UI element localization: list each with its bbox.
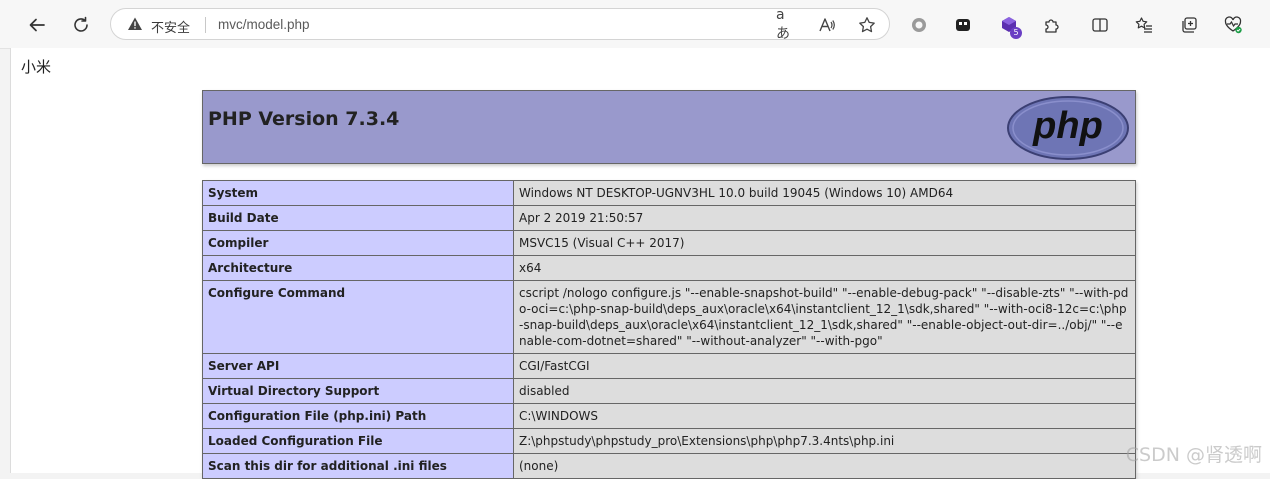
table-value-cell: C:\WINDOWS — [513, 403, 1136, 429]
table-key-cell: Compiler — [202, 230, 514, 256]
split-screen-icon[interactable] — [1087, 12, 1113, 38]
table-value-cell: x64 — [513, 255, 1136, 281]
table-row: Scan this dir for additional .ini files(… — [202, 453, 1136, 479]
back-arrow-icon[interactable] — [24, 12, 50, 38]
url-text[interactable]: mvc/model.php — [218, 17, 310, 32]
table-value-cell: Windows NT DESKTOP-UGNV3HL 10.0 build 19… — [513, 180, 1136, 206]
warning-icon[interactable] — [127, 16, 143, 36]
table-key-cell: Scan this dir for additional .ini files — [202, 453, 514, 479]
heart-pulse-icon[interactable] — [1220, 12, 1246, 38]
table-value-cell: Z:\phpstudy\phpstudy_pro\Extensions\php\… — [513, 428, 1136, 454]
table-row: Architecture x64 — [202, 255, 1136, 281]
read-aloud-label: aあ — [776, 7, 790, 42]
address-divider — [205, 17, 206, 33]
read-aloud-icon[interactable] — [817, 15, 837, 35]
puzzle-icon[interactable] — [1039, 12, 1065, 38]
extension-badge: 5 — [1010, 27, 1022, 39]
translate-icon[interactable]: aあ — [776, 7, 796, 42]
refresh-icon[interactable] — [68, 12, 94, 38]
security-label[interactable]: 不安全 — [151, 17, 190, 36]
table-key-cell: Configure Command — [202, 280, 514, 354]
table-row: Configure Command cscript /nologo configu… — [202, 280, 1136, 354]
collections-icon[interactable] — [1176, 12, 1202, 38]
php-logo-text: php — [1032, 105, 1103, 147]
table-value-cell: MSVC15 (Visual C++ 2017) — [513, 230, 1136, 256]
table-row: Server API CGI/FastCGI — [202, 353, 1136, 379]
table-row: Compiler MSVC15 (Visual C++ 2017) — [202, 230, 1136, 256]
csdn-watermark: CSDN @肾透啊 — [1125, 444, 1262, 466]
favorites-list-icon[interactable] — [1131, 12, 1157, 38]
table-key-cell: Server API — [202, 353, 514, 379]
table-row: Build Date Apr 2 2019 21:50:57 — [202, 205, 1136, 231]
table-key-cell: System — [202, 180, 514, 206]
php-version-header: PHP Version 7.3.4 php — [202, 90, 1136, 164]
record-icon[interactable] — [906, 12, 932, 38]
php-logo[interactable]: php — [1006, 95, 1130, 165]
page-content: 小米 PHP Version 7.3.4 php System Windows N… — [10, 48, 1270, 479]
php-info-table: System Windows NT DESKTOP-UGNV3HL 10.0 bu… — [202, 180, 1136, 479]
table-key-cell: Build Date — [202, 205, 514, 231]
table-key-cell: Configuration File (php.ini) Path — [202, 403, 514, 429]
table-value-cell: (none) — [513, 453, 1136, 479]
star-icon[interactable] — [857, 15, 877, 35]
table-value-cell: disabled — [513, 378, 1136, 404]
table-row: Loaded Configuration File Z:\phpstudy\php… — [202, 428, 1136, 454]
table-key-cell: Loaded Configuration File — [202, 428, 514, 454]
extension-icon[interactable] — [950, 12, 976, 38]
table-key-cell: Architecture — [202, 255, 514, 281]
php-version-title: PHP Version 7.3.4 — [208, 108, 400, 130]
table-value-cell: CGI/FastCGI — [513, 353, 1136, 379]
table-value-cell: cscript /nologo configure.js "--enable-s… — [513, 280, 1136, 354]
table-row: Virtual Directory Support disabled — [202, 378, 1136, 404]
address-bar[interactable]: 不安全 mvc/model.php aあ — [110, 7, 890, 42]
table-key-cell: Virtual Directory Support — [202, 378, 514, 404]
browser-toolbar: 不安全 mvc/model.php aあ 5 — [0, 0, 1270, 49]
table-row: System Windows NT DESKTOP-UGNV3HL 10.0 bu… — [202, 180, 1136, 206]
table-value-cell: Apr 2 2019 21:50:57 — [513, 205, 1136, 231]
echo-text: 小米 — [21, 58, 52, 76]
table-row: Configuration File (php.ini) Path C:\WIND… — [202, 403, 1136, 429]
